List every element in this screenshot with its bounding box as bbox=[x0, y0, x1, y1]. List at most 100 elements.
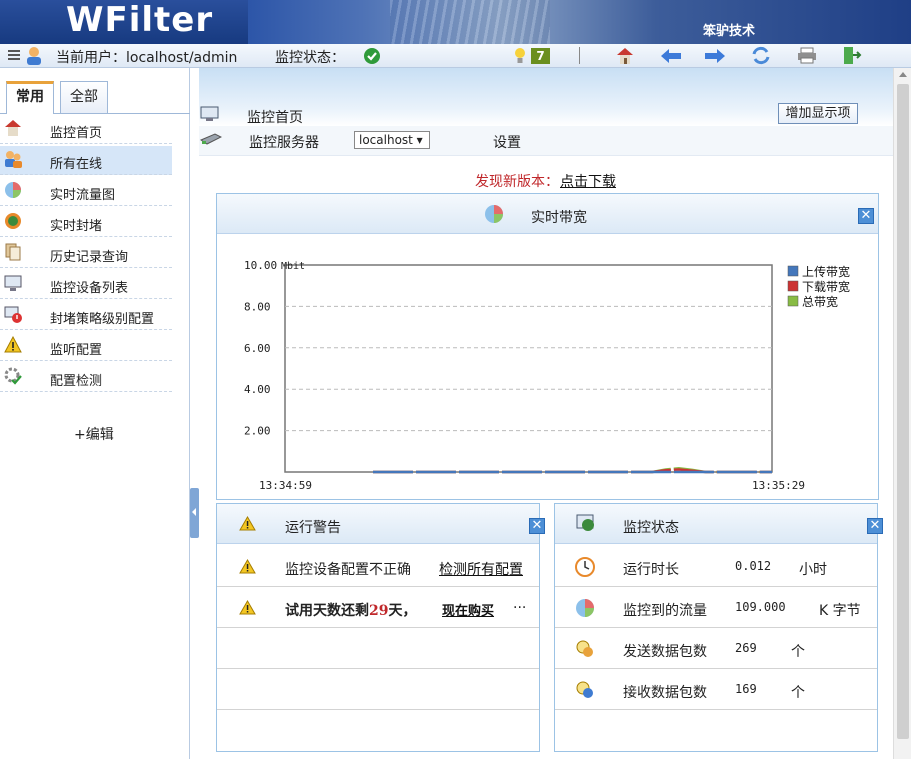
close-button[interactable]: ✕ bbox=[529, 518, 545, 534]
status-value: 109.000 bbox=[735, 600, 786, 614]
forward-arrow-icon[interactable] bbox=[704, 48, 726, 64]
tab-all[interactable]: 全部 bbox=[60, 81, 108, 113]
notification-count[interactable]: 7 bbox=[531, 48, 550, 64]
tab-common[interactable]: 常用 bbox=[6, 81, 54, 114]
status-label: 监控到的流量 bbox=[623, 603, 707, 619]
clock-icon bbox=[575, 557, 595, 577]
sidebar-item-label: 所有在线 bbox=[50, 157, 103, 172]
status-panel: 监控状态 ✕ 运行时长 0.012 小时 监控到的流量 109.000 K 字节… bbox=[554, 503, 883, 752]
sidebar-item-history-query[interactable]: 历史记录查询 bbox=[0, 239, 172, 268]
back-arrow-icon[interactable] bbox=[660, 48, 682, 64]
status-label: 运行时长 bbox=[623, 562, 679, 578]
edit-link[interactable]: +编辑 bbox=[74, 424, 114, 444]
alert-row: 试用天数还剩29天， 现在购买 ··· bbox=[217, 587, 539, 628]
trial-suffix: 天， bbox=[388, 603, 417, 619]
sidebar-item-block-policy[interactable]: 封堵策略级别配置 bbox=[0, 301, 172, 330]
more-indicator[interactable]: ··· bbox=[513, 600, 526, 616]
home-icon bbox=[5, 120, 21, 136]
pie-chart-icon bbox=[576, 599, 594, 617]
alert-row: 监控设备配置不正确 检测所有配置 bbox=[217, 546, 539, 587]
vertical-scrollbar[interactable] bbox=[893, 68, 911, 759]
scroll-up-icon[interactable] bbox=[899, 72, 907, 77]
bandwidth-chart: 10.00 8.00 6.00 4.00 2.00 Mbit 13:34:59 13:35:2… bbox=[244, 259, 850, 492]
status-value: 0.012 bbox=[735, 559, 772, 573]
gear-check-icon bbox=[4, 367, 22, 385]
alerts-panel: 运行警告 ✕ 监控设备配置不正确 检测所有配置 试用天数还剩29天， 现在购买 … bbox=[216, 503, 545, 752]
legend-swatch bbox=[787, 265, 799, 277]
status-unit: 个 bbox=[791, 644, 805, 660]
x-tick-label: 13:34:59 bbox=[259, 479, 312, 492]
sidebar-item-realtime-traffic[interactable]: 实时流量图 bbox=[0, 177, 172, 206]
empty-row bbox=[217, 669, 539, 710]
pie-chart-icon bbox=[485, 205, 503, 223]
y-axis-unit: Mbit bbox=[281, 261, 305, 272]
panel-title: 监控状态 bbox=[623, 520, 679, 536]
sidebar-item-label: 历史记录查询 bbox=[50, 250, 129, 265]
status-label: 发送数据包数 bbox=[623, 644, 707, 660]
check-config-link[interactable]: 检测所有配置 bbox=[439, 559, 523, 579]
sidebar-item-all-online[interactable]: 所有在线 bbox=[0, 146, 172, 175]
status-label: 接收数据包数 bbox=[623, 685, 707, 701]
add-display-button[interactable]: 增加显示项 bbox=[778, 103, 858, 124]
sidebar-item-monitor-home[interactable]: 监控首页 bbox=[0, 115, 172, 144]
status-value: 269 bbox=[735, 641, 757, 655]
close-button[interactable]: ✕ bbox=[867, 518, 883, 534]
panel-header: 监控状态 ✕ bbox=[555, 504, 883, 544]
lightbulb-icon[interactable] bbox=[514, 47, 526, 65]
monitor-icon bbox=[4, 275, 22, 291]
status-row: 监控到的流量 109.000 K 字节 bbox=[555, 587, 877, 628]
buy-now-link[interactable]: 现在购买 bbox=[442, 600, 494, 619]
documents-icon bbox=[5, 243, 21, 261]
user-icon bbox=[27, 47, 41, 65]
sidebar-item-listen-config[interactable]: 监听配置 bbox=[0, 332, 172, 361]
sidebar-item-label: 实时流量图 bbox=[50, 188, 116, 203]
status-unit: 小时 bbox=[799, 562, 827, 578]
sidebar-item-label: 监听配置 bbox=[50, 343, 103, 358]
logout-icon[interactable] bbox=[842, 46, 862, 65]
pie-chart-icon bbox=[5, 182, 21, 198]
home-icon[interactable] bbox=[615, 46, 635, 65]
y-tick-label: 2.00 bbox=[244, 425, 271, 438]
menu-icon[interactable] bbox=[8, 50, 20, 62]
close-button[interactable]: ✕ bbox=[858, 208, 874, 224]
server-label: 监控服务器 bbox=[249, 135, 319, 151]
status-unit: K 字节 bbox=[819, 603, 861, 619]
panel-title: 运行警告 bbox=[285, 520, 341, 536]
download-link[interactable]: 点击下载 bbox=[560, 171, 616, 191]
legend-swatch bbox=[787, 280, 799, 292]
y-tick-label: 4.00 bbox=[244, 383, 271, 396]
plot-area bbox=[284, 264, 773, 473]
settings-link[interactable]: 设置 bbox=[493, 132, 521, 152]
warning-icon bbox=[239, 559, 256, 574]
app-logo: WFilter bbox=[66, 0, 214, 40]
y-tick-label: 10.00 bbox=[244, 259, 277, 272]
status-row: 发送数据包数 269 个 bbox=[555, 628, 877, 669]
monitor-status-label: 监控状态： bbox=[275, 50, 345, 66]
packet-receive-icon bbox=[576, 681, 593, 698]
sidebar-item-device-list[interactable]: 监控设备列表 bbox=[0, 270, 172, 299]
x-tick-label: 13:35:29 bbox=[752, 479, 805, 492]
status-row: 运行时长 0.012 小时 bbox=[555, 546, 877, 587]
sidebar-item-label: 实时封堵 bbox=[50, 219, 103, 234]
status-value: 169 bbox=[735, 682, 757, 696]
refresh-icon[interactable] bbox=[751, 46, 771, 65]
users-icon bbox=[5, 151, 22, 168]
sidebar-item-realtime-block[interactable]: 实时封堵 bbox=[0, 208, 172, 237]
globe-block-icon bbox=[5, 213, 21, 229]
trial-prefix: 试用天数还剩 bbox=[285, 603, 369, 619]
company-name: 笨驴技术 bbox=[703, 24, 756, 39]
server-select[interactable]: localhost ▾ bbox=[354, 131, 430, 149]
new-version-label: 发现新版本： bbox=[475, 174, 559, 190]
status-row: 接收数据包数 169 个 bbox=[555, 669, 877, 710]
policy-warning-icon bbox=[4, 306, 22, 323]
top-toolbar: 当前用户：localhost/admin 监控状态： 7 bbox=[0, 44, 911, 68]
print-icon[interactable] bbox=[797, 47, 817, 64]
scroll-thumb[interactable] bbox=[897, 84, 909, 739]
legend-label: 下载带宽 bbox=[802, 279, 850, 294]
sidebar-collapse-handle[interactable] bbox=[190, 488, 199, 538]
monitor-icon bbox=[200, 106, 219, 121]
sidebar-item-config-check[interactable]: 配置检测 bbox=[0, 363, 172, 392]
empty-row bbox=[217, 628, 539, 669]
y-tick-label: 6.00 bbox=[244, 342, 271, 355]
sidebar-tabs: 常用 全部 bbox=[0, 68, 190, 114]
